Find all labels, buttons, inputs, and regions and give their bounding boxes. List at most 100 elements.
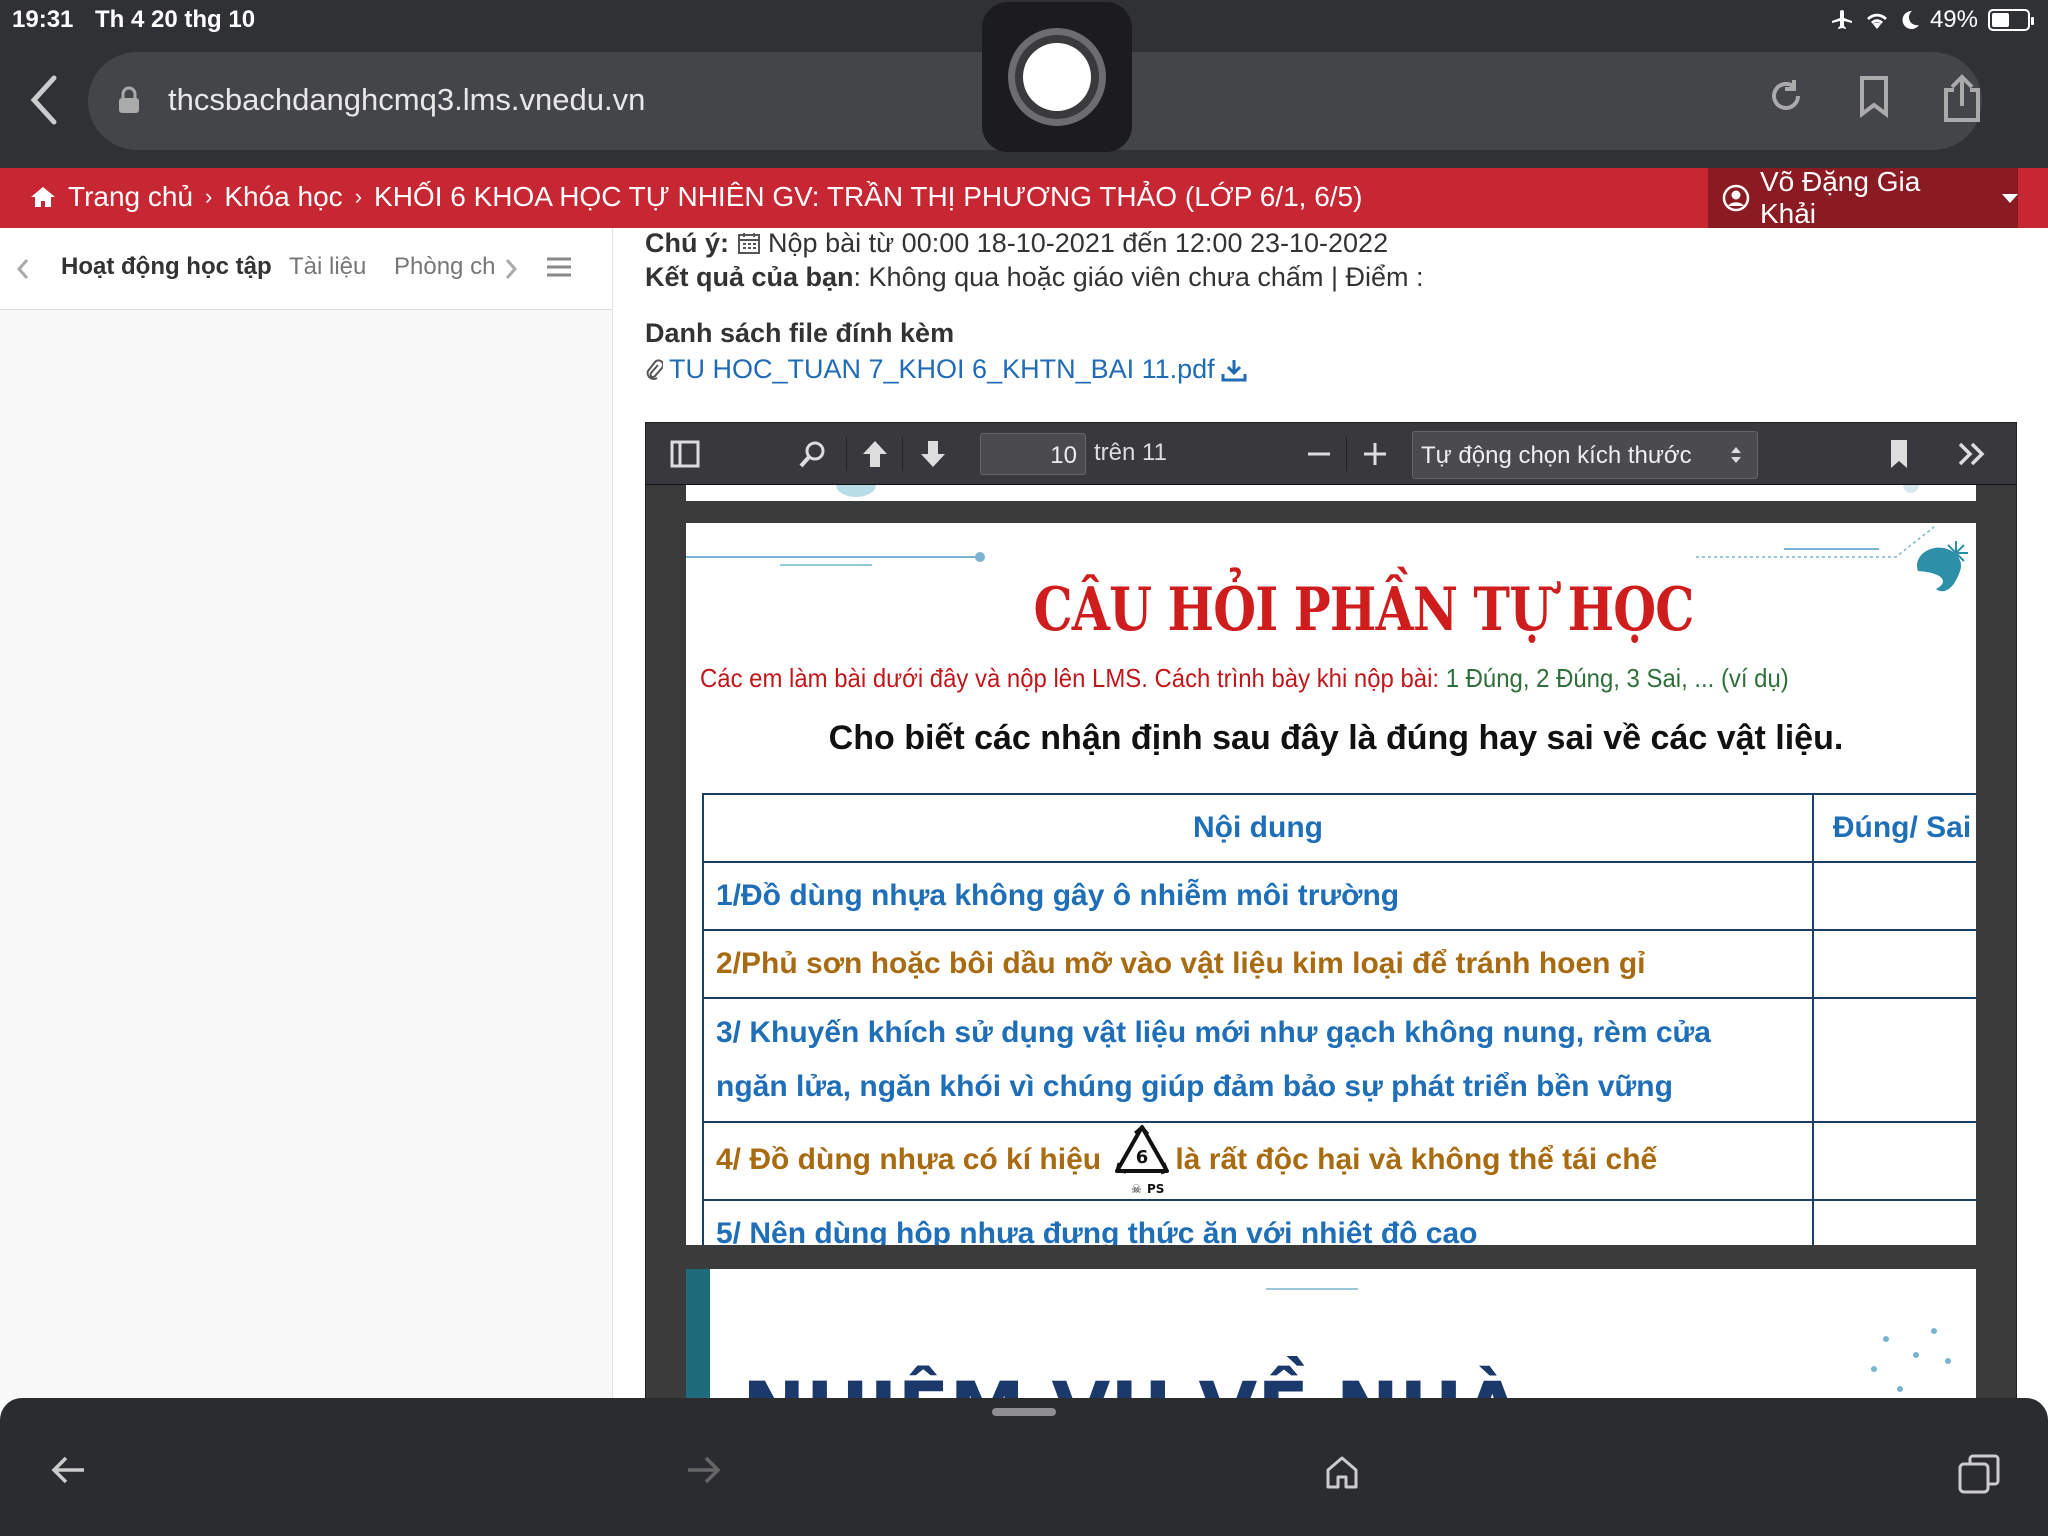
tab-materials[interactable]: Tài liệu xyxy=(289,253,366,281)
statement-cell: 3/ Khuyến khích sử dụng vật liệu mới như… xyxy=(702,997,1814,1123)
lock-icon xyxy=(119,86,139,113)
tabs-icon[interactable] xyxy=(1958,1454,2000,1494)
statement-text: 4/ Đồ dùng nhựa có kí hiệu xyxy=(716,1142,1110,1176)
table-row: 5/ Nên dùng hộp nhựa đựng thức ăn với nh… xyxy=(702,1199,1976,1245)
next-pdf-page: NHIỆM VỤ VỀ NHÀ xyxy=(686,1269,1976,1400)
menu-icon[interactable] xyxy=(546,256,572,278)
chevron-right-icon[interactable] xyxy=(504,258,518,280)
home-icon[interactable] xyxy=(1324,1454,1360,1490)
next-page-icon[interactable] xyxy=(918,439,948,469)
statement-line: ngăn lửa, ngăn khói vì chúng giúp đảm bả… xyxy=(716,1070,1673,1103)
chevron-right-icon: › xyxy=(354,184,363,209)
back-arrow-icon[interactable] xyxy=(50,1454,86,1486)
zoom-select[interactable]: Tự động chọn kích thước xyxy=(1412,431,1758,479)
drag-handle[interactable] xyxy=(992,1408,1056,1416)
svg-text:☠: ☠ xyxy=(1131,1182,1142,1196)
status-date: Th 4 20 thg 10 xyxy=(95,6,256,33)
attachment-link[interactable]: TU HOC_TUAN 7_KHOI 6_KHTN_BAI 11.pdf xyxy=(645,354,1247,385)
moon-icon xyxy=(1902,10,1919,29)
select-arrows-icon xyxy=(1731,447,1741,463)
table-row: 4/ Đồ dùng nhựa có kí hiệu 6 ☠ PS là rất độ… xyxy=(702,1121,1976,1201)
sidebar-tabs: Hoạt động học tập Tài liệu Phòng ch xyxy=(0,228,612,310)
forward-arrow-icon[interactable] xyxy=(686,1454,722,1486)
zoom-out-icon[interactable] xyxy=(1306,439,1332,469)
airplane-icon xyxy=(1831,10,1852,29)
answer-cell xyxy=(1812,861,1976,931)
page-number-input[interactable]: 10 xyxy=(980,433,1086,475)
battery-percent: 49% xyxy=(1929,6,1978,33)
bookmark-icon[interactable] xyxy=(1888,439,1910,469)
table-row: 3/ Khuyến khích sử dụng vật liệu mới như… xyxy=(702,997,1976,1123)
attachments-heading-text: Danh sách file đính kèm xyxy=(645,318,955,348)
breadcrumb: Trang chủ › Khóa học › KHỐI 6 KHOA HỌC T… xyxy=(30,181,1362,213)
answer-cell xyxy=(1812,929,1976,999)
chevron-left-icon[interactable] xyxy=(16,258,30,280)
instruction-example: 1 Đúng, 2 Đúng, 3 Sai, ... (ví dụ) xyxy=(1445,663,1789,693)
statement-text: là rất độc hại và không thể tái chế xyxy=(1175,1142,1658,1176)
user-menu[interactable]: Võ Đặng Gia Khải xyxy=(1708,166,2018,229)
submission-note: Chú ý: Nộp bài từ 00:00 18-10-2021 đến 1… xyxy=(645,228,1388,259)
sidebar-toggle-icon[interactable] xyxy=(670,439,700,469)
statement-cell: 4/ Đồ dùng nhựa có kí hiệu 6 ☠ PS là rất độ… xyxy=(702,1121,1814,1201)
recycle-label: PS xyxy=(1147,1182,1164,1196)
table-row: 1/Đồ dùng nhựa không gây ô nhiễm môi trư… xyxy=(702,861,1976,931)
tab-rooms[interactable]: Phòng ch xyxy=(394,253,495,281)
double-chevron-right-icon[interactable] xyxy=(1956,439,1988,469)
screen-record-button[interactable] xyxy=(982,2,1132,152)
status-time: 19:31 xyxy=(12,6,74,33)
calendar-icon xyxy=(737,233,760,254)
paperclip-icon xyxy=(646,358,663,380)
chevron-right-icon: › xyxy=(205,184,213,209)
header-true-false: Đúng/ Sai xyxy=(1812,793,1976,863)
wifi-icon xyxy=(1866,13,1887,29)
user-name: Võ Đặng Gia Khải xyxy=(1759,166,1921,229)
pdf-page: CÂU HỎI PHẦN TỰ HỌC Các em làm bài dưới … xyxy=(686,523,1976,1245)
note-value: Nộp bài từ 00:00 18-10-2021 đến 12:00 23… xyxy=(768,228,1389,258)
header-content: Nội dung xyxy=(702,793,1814,863)
zoom-in-icon[interactable] xyxy=(1362,439,1388,469)
answer-cell xyxy=(1812,1199,1976,1245)
page-count: trên 11 xyxy=(1094,439,1167,466)
user-icon xyxy=(1722,184,1750,212)
result-line: Kết quả của bạn: Không qua hoặc giáo viê… xyxy=(645,262,1423,293)
next-page-title: NHIỆM VỤ VỀ NHÀ xyxy=(742,1365,1522,1400)
browser-back-icon[interactable] xyxy=(24,72,64,128)
recycle-ps-symbol-icon: 6 ☠ PS xyxy=(1115,1124,1170,1196)
home-icon xyxy=(31,187,55,207)
bookmark-icon[interactable] xyxy=(1856,74,1892,120)
answer-cell xyxy=(1812,1121,1976,1201)
reload-icon[interactable] xyxy=(1764,74,1808,118)
statement-cell: 2/Phủ sơn hoặc bôi dầu mỡ vào vật liệu k… xyxy=(702,929,1814,999)
answer-cell xyxy=(1812,997,1976,1123)
table-row: 2/Phủ sơn hoặc bôi dầu mỡ vào vật liệu k… xyxy=(702,929,1976,999)
breadcrumb-courses[interactable]: Khóa học xyxy=(224,181,342,213)
assignment-content: Chú ý: Nộp bài từ 00:00 18-10-2021 đến 1… xyxy=(613,228,2048,1400)
previous-page-icon[interactable] xyxy=(860,439,890,469)
share-icon[interactable] xyxy=(1940,74,1984,124)
pdf-viewer: 10 trên 11 Tự động chọn kích thước CÂU H… xyxy=(645,422,2017,1400)
statement-cell: 5/ Nên dùng hộp nhựa đựng thức ăn với nh… xyxy=(702,1199,1814,1245)
question-text: Cho biết các nhận định sau đây là đúng h… xyxy=(828,719,1844,757)
statements-table: Nội dung Đúng/ Sai 1/Đồ dùng nhựa không … xyxy=(702,793,1976,1245)
tab-learning-activities[interactable]: Hoạt động học tập xyxy=(61,253,272,281)
page-decoration xyxy=(836,477,1919,497)
previous-pdf-page xyxy=(686,477,1976,501)
note-label: Chú ý: xyxy=(645,228,729,258)
download-icon[interactable] xyxy=(1221,358,1247,382)
url-text: thcsbachdanghcmq3.lms.vnedu.vn xyxy=(168,82,646,117)
status-indicators: 49% xyxy=(1830,6,2034,34)
page-title: CÂU HỎI PHẦN TỰ HỌC xyxy=(1033,575,1694,645)
table-header-row: Nội dung Đúng/ Sai xyxy=(702,793,1976,863)
breadcrumb-home[interactable]: Trang chủ xyxy=(68,181,193,213)
instruction-text: Các em làm bài dưới đây và nộp lên LMS. … xyxy=(700,663,1789,694)
left-sidebar: Hoạt động học tập Tài liệu Phòng ch xyxy=(0,228,613,1400)
search-icon[interactable] xyxy=(798,439,828,469)
battery-icon xyxy=(1988,9,2034,31)
breadcrumb-course[interactable]: KHỐI 6 KHOA HỌC TỰ NHIÊN GV: TRẦN THỊ PH… xyxy=(374,181,1362,213)
attachment-filename[interactable]: TU HOC_TUAN 7_KHOI 6_KHTN_BAI 11.pdf xyxy=(669,354,1215,385)
site-header: Trang chủ › Khóa học › KHỐI 6 KHOA HỌC T… xyxy=(0,166,2048,229)
statement-line: 3/ Khuyến khích sử dụng vật liệu mới như… xyxy=(716,1016,1711,1049)
bottom-toolbar xyxy=(0,1398,2048,1536)
caret-down-icon xyxy=(2002,193,2018,203)
instruction-red: Các em làm bài dưới đây và nộp lên LMS. … xyxy=(700,663,1446,693)
